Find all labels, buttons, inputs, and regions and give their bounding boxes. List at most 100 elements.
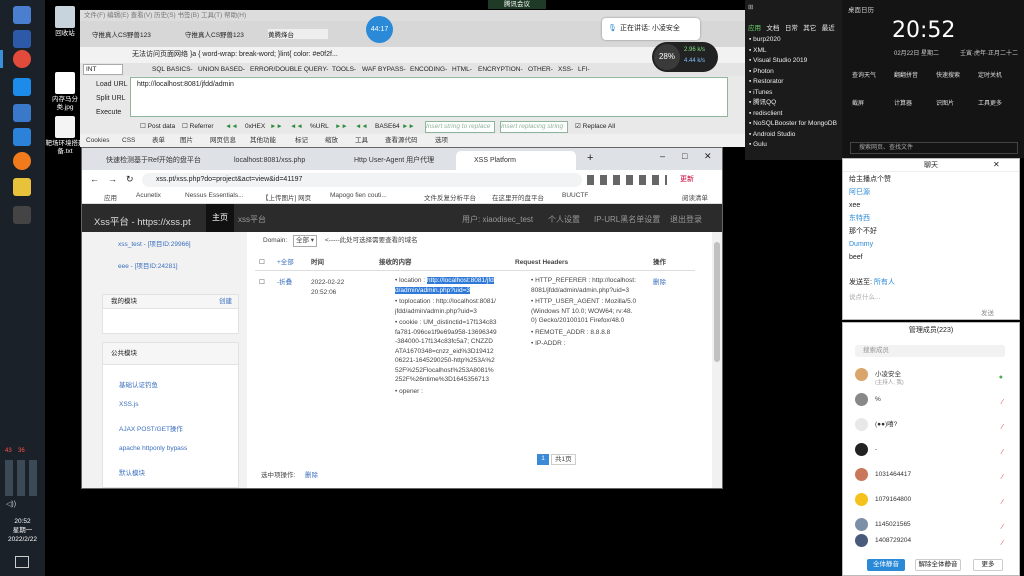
firefox-tab[interactable]: 守推真人CS野兽123 — [185, 29, 265, 39]
firefox-icon[interactable] — [13, 152, 31, 170]
module-link[interactable]: apache httponly bypass — [119, 445, 187, 452]
bookmark-item[interactable]: Acunetix — [136, 192, 161, 199]
hackbar-menu-item[interactable]: ENCRYPTION- — [478, 63, 523, 76]
xss-logo[interactable]: Xss平台 - https://xss.pt — [94, 214, 191, 228]
toolbar-item[interactable]: 其他功能 — [250, 134, 276, 147]
nav-xss[interactable]: xss平台 — [238, 214, 266, 225]
delete-link[interactable]: 删除 — [653, 278, 666, 288]
update-button[interactable]: 更新 — [680, 174, 694, 184]
search-icon[interactable] — [13, 30, 31, 48]
project-link[interactable]: xss_test - [项目ID:29966] — [118, 238, 191, 248]
list-item[interactable]: ▪ Photon — [749, 67, 837, 78]
member-row[interactable]: 小凌安全 (主持人, 我) ● — [855, 368, 1005, 386]
post-data-checkbox[interactable]: ☐ Post data — [140, 120, 175, 134]
member-row[interactable]: 1079164800 ⁄ — [855, 493, 1005, 507]
calendar-search-input[interactable]: 搜索网页、查找文件 — [850, 142, 1018, 154]
meeting-speaker-bar[interactable]: 🎙 正在讲话: 小凌安全 — [602, 18, 700, 40]
hackbar-select[interactable]: INT — [83, 64, 123, 75]
nav-settings[interactable]: 个人设置 — [548, 214, 580, 225]
hackbar-menu-item[interactable]: SQL BASICS- — [152, 63, 193, 76]
hackbar-menu-item[interactable]: ENCODING- — [410, 63, 447, 76]
bookmark-item[interactable]: 在这里开的盘平台 — [492, 192, 544, 202]
mute-all-button[interactable]: 全体静音 — [867, 559, 905, 571]
list-item[interactable]: ▪ iTunes — [749, 88, 837, 99]
bookmark-item[interactable]: 文件反复分析平台 — [424, 192, 476, 202]
network-widget[interactable]: 28% 2.96 k/s 4.44 k/s — [652, 42, 718, 72]
list-item[interactable]: ▪ burp2020 — [749, 35, 837, 46]
notification-icon[interactable] — [15, 556, 29, 568]
base64-right-arrow[interactable]: ►► — [402, 120, 415, 134]
maximize-button[interactable]: □ — [682, 151, 687, 161]
desktop-icon-txt[interactable]: 靶场环境搭建备.txt — [45, 116, 85, 156]
address-bar[interactable]: xss.pt/xss.php?do=project&act=view&id=41… — [142, 173, 582, 187]
launcher-tab[interactable]: 日常 — [785, 25, 798, 32]
create-module-link[interactable]: 创建 — [219, 295, 232, 309]
row-collapse-link[interactable]: -折叠 — [277, 278, 292, 288]
close-icon[interactable]: ✕ — [993, 160, 1000, 169]
module-link[interactable]: 默认模块 — [119, 467, 145, 477]
module-link[interactable]: AJAX POST/GET操作 — [119, 423, 183, 433]
send-to-select[interactable]: 所有人 — [874, 279, 895, 286]
hackbar-menu-item[interactable]: HTML- — [452, 63, 472, 76]
mic-muted-icon[interactable]: ⁄ — [1002, 496, 1003, 510]
launcher-tab[interactable]: 文档 — [766, 25, 779, 32]
hackbar-url-textarea[interactable]: http://localhost:8081/jfdd/admin — [130, 77, 728, 117]
execute-button[interactable]: Execute — [86, 106, 128, 120]
meeting-indicator[interactable]: 腾讯会议 — [488, 0, 546, 9]
member-row[interactable]: (●●)嘻? ⁄ — [855, 418, 1005, 432]
app-bird-icon[interactable] — [13, 128, 31, 146]
project-link[interactable]: eee - [项目ID:24281] — [118, 260, 178, 270]
toolbar-item[interactable]: 图片 — [180, 134, 193, 147]
launcher-tab[interactable]: 最近 — [822, 25, 835, 32]
back-icon[interactable]: ← — [90, 174, 99, 184]
replace-input[interactable]: Insert string to replace — [425, 121, 495, 133]
base64-left-arrow[interactable]: ◄◄ — [355, 120, 368, 134]
chrome-tab[interactable]: localhost:8081/xss.php — [216, 151, 326, 170]
list-item[interactable]: ▪ Restorator — [749, 77, 837, 88]
row-checkbox[interactable]: ☐ — [259, 278, 265, 288]
nav-home[interactable]: 主页 — [206, 204, 234, 232]
desktop-icon-jpg[interactable]: 内存马分类.jpg — [45, 72, 85, 112]
windows-start-icon[interactable] — [13, 6, 31, 24]
replace-all-checkbox[interactable]: ☑ Replace All — [575, 120, 615, 134]
chrome-tab[interactable]: 快速检测基于Ref开始的盘平台 — [88, 151, 206, 170]
module-link[interactable]: 基础认证钓鱼 — [119, 379, 158, 389]
minimize-button[interactable]: – — [660, 151, 665, 161]
hex-left-arrow[interactable]: ◄◄ — [225, 120, 238, 134]
hackbar-menu-item[interactable]: TOOLS- — [332, 63, 356, 76]
reload-icon[interactable]: ↻ — [126, 174, 134, 185]
url-right-arrow[interactable]: ►► — [335, 120, 348, 134]
bookmark-item[interactable]: 应用 — [104, 192, 117, 202]
extension-icons[interactable] — [587, 175, 667, 185]
firefox-tab[interactable]: 守推真人CS野兽123 — [92, 29, 172, 39]
split-url-button[interactable]: Split URL — [86, 92, 128, 106]
tool-item[interactable]: 查询天气 — [852, 70, 876, 79]
tool-item[interactable]: 快速搜索 — [936, 70, 960, 79]
referrer-checkbox[interactable]: ☐ Referrer — [182, 120, 213, 134]
app-window-icon[interactable] — [13, 104, 31, 122]
hackbar-menu-item[interactable]: ERROR/DOUBLE QUERY- — [250, 63, 328, 76]
new-tab-button[interactable]: + — [587, 152, 593, 164]
toolbar-item[interactable]: 缩放 — [325, 134, 338, 147]
toolbar-item[interactable]: 网页信息 — [210, 134, 236, 147]
chrome-icon[interactable] — [13, 50, 31, 68]
hackbar-menu-item[interactable]: UNION BASED- — [198, 63, 245, 76]
desktop-icon-recycle-bin[interactable]: 回收站 — [45, 6, 85, 38]
launcher-tab[interactable]: 其它 — [803, 25, 816, 32]
expand-all-link[interactable]: +全部 — [277, 258, 294, 268]
list-item[interactable]: ▪ Android Studio — [749, 130, 837, 141]
hackbar-menu-item[interactable]: LFI- — [578, 63, 590, 76]
tool-item[interactable]: 工具更多 — [978, 98, 1002, 107]
chat-input[interactable]: 说点什么... — [849, 291, 880, 301]
hackbar-menu-item[interactable]: OTHER- — [528, 63, 553, 76]
bookmark-item[interactable]: Mapogo fien couti... — [330, 192, 387, 199]
meeting-timer-bubble[interactable]: 44:17 — [366, 16, 393, 43]
page-current[interactable]: 1 — [537, 454, 549, 465]
domain-select[interactable]: 全部 ▾ — [293, 235, 318, 247]
send-button[interactable]: 发送 — [981, 307, 994, 317]
chrome-tab[interactable]: Http User-Agent 用户代理 — [336, 151, 446, 170]
list-item[interactable]: ▪ 腾讯QQ — [749, 98, 837, 109]
member-row[interactable]: 1031464417 ⁄ — [855, 468, 1005, 482]
load-url-button[interactable]: Load URL — [86, 78, 128, 92]
member-row[interactable]: % ⁄ — [855, 393, 1005, 407]
